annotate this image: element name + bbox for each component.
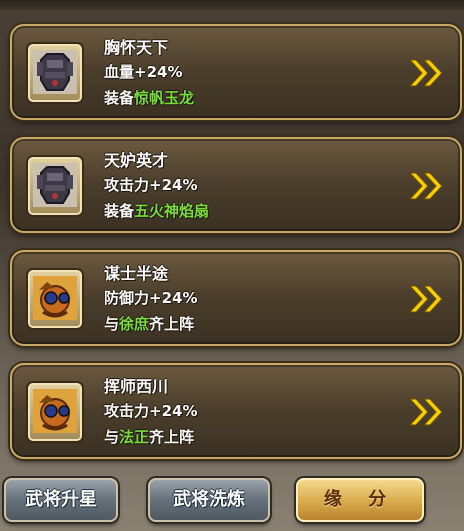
double-chevron-right-icon[interactable] [408,397,446,427]
fate-card[interactable]: 谋士半途 防御力+24% 与徐庶齐上阵 [10,250,462,346]
fate-card[interactable]: 挥师西川 攻击力+24% 与法正齐上阵 [10,363,462,459]
requirement-suffix: 齐上阵 [149,315,195,333]
fate-title: 谋士半途 [104,264,169,283]
fate-title: 天妒英才 [104,151,169,170]
requirement-item: 惊帆玉龙 [134,89,195,107]
fate-requirement: 与徐庶齐上阵 [104,313,194,334]
double-chevron-right-icon[interactable] [408,58,446,88]
requirement-prefix: 装备 [104,202,135,220]
fate-title: 胸怀天下 [104,38,169,57]
armor-icon [26,42,84,104]
armor-icon [26,155,84,217]
fate-card[interactable]: 胸怀天下 血量+24% 装备惊帆玉龙 [10,24,462,120]
fate-stat: 防御力+24% [104,289,198,307]
general-portrait-icon [26,268,84,330]
tab-refine[interactable]: 武将洗炼 [148,478,270,522]
requirement-prefix: 与 [104,315,120,333]
fate-stat: 攻击力+24% [104,176,198,194]
requirement-suffix: 齐上阵 [149,428,195,446]
fate-requirement: 装备五火神焰扇 [104,200,209,221]
fate-requirement: 装备惊帆玉龙 [104,87,194,108]
requirement-prefix: 装备 [104,89,135,107]
double-chevron-right-icon[interactable] [408,171,446,201]
fate-requirement: 与法正齐上阵 [104,426,194,447]
requirement-item: 五火神焰扇 [134,202,210,220]
fate-title: 挥师西川 [104,377,169,396]
tab-fate[interactable]: 缘 分 [296,478,424,522]
fate-stat: 攻击力+24% [104,402,198,420]
general-portrait-icon [26,381,84,443]
fate-stat: 血量+24% [104,63,183,81]
double-chevron-right-icon[interactable] [408,284,446,314]
tab-upgrade-star[interactable]: 武将升星 [4,478,118,522]
requirement-general: 法正 [119,428,150,446]
fate-card[interactable]: 天妒英才 攻击力+24% 装备五火神焰扇 [10,137,462,233]
requirement-prefix: 与 [104,428,120,446]
requirement-general: 徐庶 [119,315,150,333]
top-frame [0,0,464,10]
